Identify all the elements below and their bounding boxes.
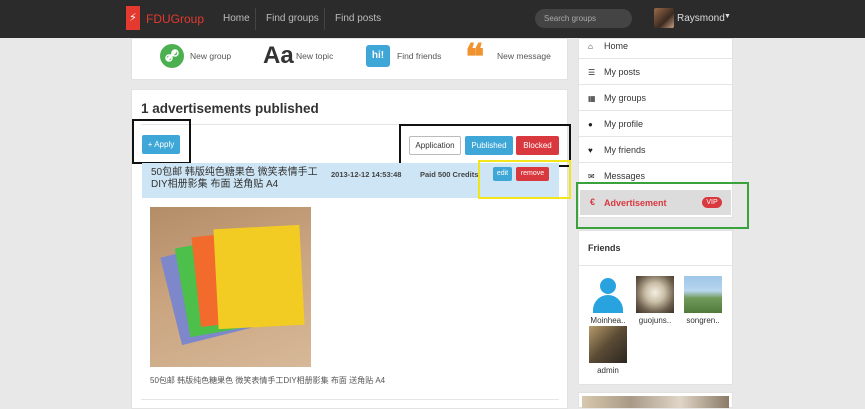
- sidebar-item-my-profile[interactable]: ● My profile: [588, 119, 643, 129]
- search-input[interactable]: Search groups: [535, 9, 632, 28]
- new-message-link[interactable]: New message: [497, 51, 551, 61]
- friends-title: Friends: [588, 243, 621, 253]
- divider: [579, 84, 732, 85]
- nav-divider: [255, 8, 256, 30]
- grid-icon: ▦: [588, 94, 596, 103]
- chevron-down-icon[interactable]: ▼: [724, 13, 731, 20]
- default-avatar-icon: [589, 276, 627, 313]
- highlight-box-apply: [132, 119, 191, 164]
- nav-home[interactable]: Home: [223, 13, 250, 24]
- friend-name: Moinhea..: [590, 316, 626, 325]
- avatar: [636, 276, 674, 313]
- sidebar-item-label: My posts: [604, 67, 641, 77]
- friend-name: songren..: [686, 316, 720, 325]
- ad-caption: 50包邮 韩版纯色糖果色 微笑表情手工DIY相册影集 布面 送角贴 A4: [150, 376, 386, 385]
- ad-date: 2013-12-12 14:53:48: [331, 170, 402, 179]
- sidebar-item-label: Messages: [604, 171, 646, 181]
- divider: [579, 110, 732, 111]
- sidebar-item-label: My profile: [604, 119, 644, 129]
- divider: [579, 265, 732, 266]
- divider: [579, 136, 732, 137]
- highlight-box-advertisement: [576, 182, 749, 229]
- hi-bubble-icon[interactable]: hi!: [366, 45, 390, 67]
- ad-image[interactable]: [150, 207, 311, 367]
- brand-logo-icon[interactable]: ⚡: [126, 6, 140, 30]
- sidebar-item-label: My friends: [604, 145, 646, 155]
- envelope-icon: ✉: [588, 172, 595, 181]
- friend-item[interactable]: admin: [589, 326, 627, 375]
- ad-title[interactable]: 50包邮 韩版纯色糖果色 微笑表情手工DIY相册影集 布面 送角贴 A4: [151, 167, 331, 191]
- home-icon: ⌂: [588, 42, 593, 51]
- nav-find-groups[interactable]: Find groups: [266, 13, 319, 24]
- sidebar-item-my-posts[interactable]: ☰ My posts: [588, 67, 640, 77]
- divider: [579, 162, 732, 163]
- nav-divider: [324, 8, 325, 30]
- find-friends-link[interactable]: Find friends: [397, 51, 441, 61]
- quote-icon[interactable]: ❝: [465, 36, 484, 78]
- friend-item[interactable]: Moinhea..: [589, 276, 627, 325]
- sidebar-item-home[interactable]: ⌂ Home: [588, 41, 628, 51]
- page-title: 1 advertisements published: [141, 101, 319, 116]
- avatar: [684, 276, 722, 313]
- highlight-box-actions: [478, 160, 571, 199]
- sidebar-item-my-groups[interactable]: ▦ My groups: [588, 93, 646, 103]
- divider: [141, 399, 559, 400]
- friend-item[interactable]: songren..: [684, 276, 722, 325]
- avatar: [589, 326, 627, 363]
- sidebar-item-label: Home: [604, 41, 629, 51]
- sidebar-item-messages[interactable]: ✉ Messages: [588, 171, 645, 181]
- ad-thumbnail[interactable]: [582, 396, 729, 408]
- nav-find-posts[interactable]: Find posts: [335, 13, 381, 24]
- friend-name: guojuns..: [638, 316, 672, 325]
- ad-paid: Paid 500 Credits: [420, 170, 479, 179]
- heart-icon: ♥: [588, 146, 593, 155]
- friend-item[interactable]: guojuns..: [636, 276, 674, 325]
- friend-name: admin: [597, 366, 619, 375]
- user-icon: ●: [588, 120, 593, 129]
- avatar[interactable]: [654, 8, 674, 28]
- list-icon: ☰: [588, 68, 596, 77]
- divider: [579, 58, 732, 59]
- top-navbar: ⚡ FDUGroup Home Find groups Find posts S…: [0, 0, 865, 38]
- brand-name[interactable]: FDUGroup: [146, 12, 204, 26]
- new-group-link[interactable]: New group: [190, 51, 231, 61]
- user-menu[interactable]: Raysmond: [677, 13, 725, 24]
- new-topic-link[interactable]: New topic: [296, 51, 333, 61]
- sidebar-item-label: My groups: [604, 93, 647, 103]
- link-icon[interactable]: [160, 44, 184, 68]
- text-icon[interactable]: Aa: [263, 42, 294, 70]
- sidebar-item-my-friends[interactable]: ♥ My friends: [588, 145, 646, 155]
